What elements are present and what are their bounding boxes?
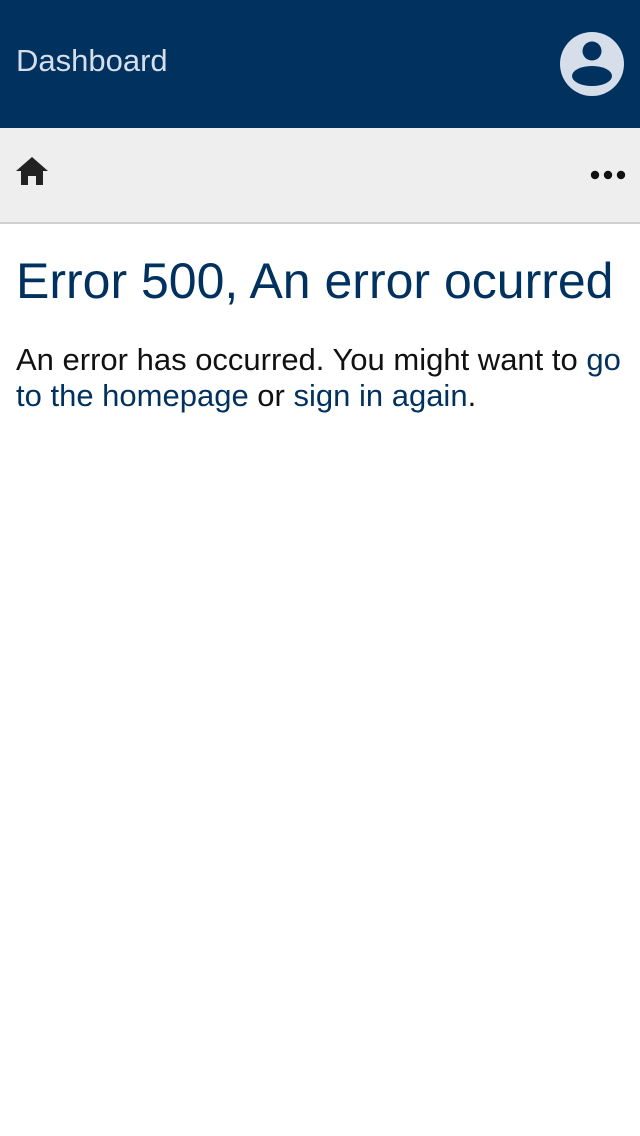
sign-in-link[interactable]: sign in again <box>293 378 467 413</box>
top-app-bar: Dashboard <box>0 0 640 128</box>
message-prefix: An error has occurred. You might want to <box>16 342 587 377</box>
message-connector: or <box>248 378 294 413</box>
account-circle-icon[interactable] <box>560 32 624 96</box>
error-message: An error has occurred. You might want to… <box>16 342 624 414</box>
app-title: Dashboard <box>16 43 168 78</box>
home-icon[interactable] <box>12 151 52 191</box>
message-suffix: . <box>467 378 477 413</box>
more-horizontal-icon[interactable] <box>588 155 628 195</box>
app-root: Dashboard Error 500, An error ocurred An… <box>0 0 640 1136</box>
error-title: Error 500, An error ocurred <box>16 253 614 309</box>
secondary-toolbar <box>0 128 640 224</box>
main-content: Error 500, An error ocurred An error has… <box>0 252 640 414</box>
